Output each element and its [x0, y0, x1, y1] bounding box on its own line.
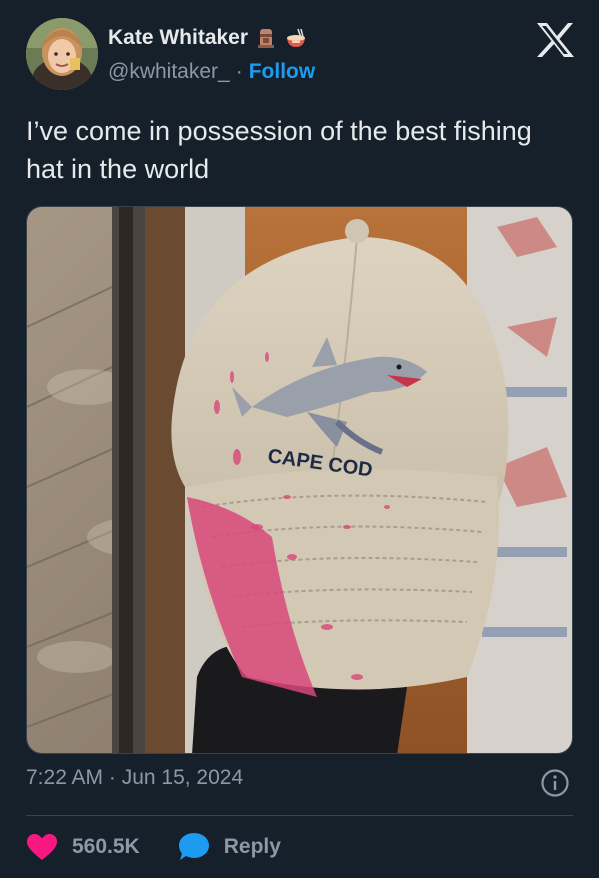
follow-button[interactable]: Follow — [249, 60, 316, 84]
tweet-text: I’ve come in possession of the best fish… — [26, 116, 532, 184]
x-logo-icon[interactable] — [535, 22, 575, 58]
handle-row: @kwhitaker_ · Follow — [108, 60, 315, 84]
tweet-header: Kate Whitaker @kwhitaker_ · Follow — [0, 0, 599, 100]
divider — [26, 815, 573, 816]
avatar[interactable] — [26, 18, 98, 90]
tweet-photo[interactable]: CAPE COD — [26, 206, 573, 754]
speech-bubble-icon — [178, 833, 209, 860]
reply-button[interactable]: Reply — [178, 832, 281, 862]
like-count: 560.5K — [72, 835, 140, 858]
info-icon[interactable] — [540, 768, 570, 798]
timestamp[interactable]: 7:22 AM · Jun 15, 2024 — [26, 766, 243, 790]
ramen-bowl-emoji-icon — [284, 26, 308, 50]
action-bar: 560.5K Reply — [26, 830, 281, 864]
name-row: Kate Whitaker — [108, 26, 308, 50]
display-name[interactable]: Kate Whitaker — [108, 26, 248, 50]
separator: · — [235, 60, 243, 83]
reply-label: Reply — [223, 835, 281, 858]
like-button[interactable]: 560.5K — [26, 833, 140, 861]
handle[interactable]: @kwhitaker_ — [108, 60, 230, 84]
heart-icon — [27, 834, 57, 860]
moai-emoji-icon — [254, 26, 278, 50]
shark-cap-photo: CAPE COD — [27, 207, 572, 753]
